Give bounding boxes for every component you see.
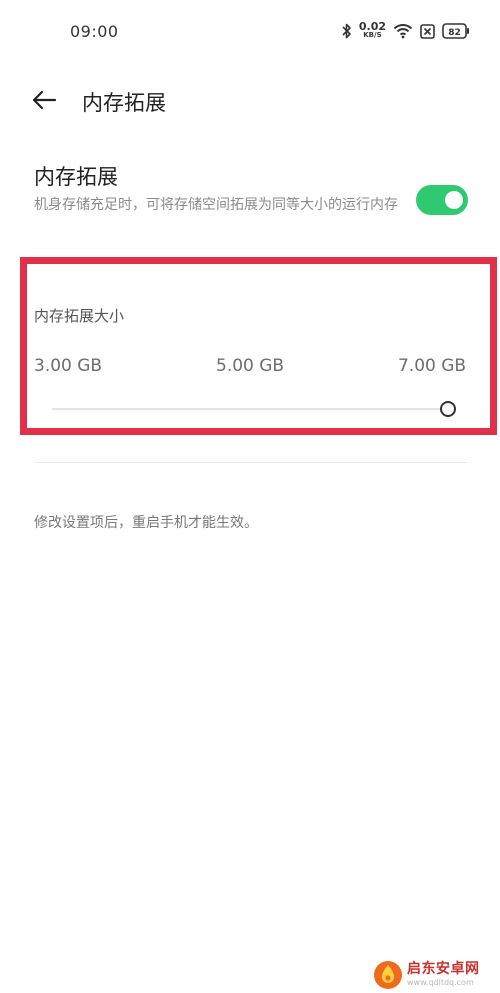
- bluetooth-icon: [342, 23, 352, 39]
- memory-expansion-description: 机身存储充足时，可将存储空间拓展为同等大小的运行内存: [34, 197, 398, 213]
- wifi-icon: [393, 23, 413, 39]
- toggle-knob: [445, 191, 463, 209]
- page-title: 内存拓展: [82, 91, 166, 115]
- size-option-7gb: 7.00 GB: [398, 356, 467, 376]
- watermark: 启东安卓网 www.qdltdq.com: [372, 955, 500, 991]
- header: 内存拓展: [0, 80, 500, 120]
- battery-icon: 82: [442, 23, 470, 39]
- section-divider: [34, 462, 467, 463]
- restart-note: 修改设置项后，重启手机才能生效。: [34, 515, 258, 531]
- memory-expansion-title: 内存拓展: [34, 165, 118, 189]
- watermark-url: www.qdltdq.com: [407, 978, 474, 987]
- sim-off-icon: [420, 23, 435, 39]
- expansion-size-title: 内存拓展大小: [34, 307, 125, 325]
- status-bar: 09:00 0.02 KB/S 82: [0, 0, 500, 62]
- battery-level: 82: [448, 28, 461, 38]
- network-speed: 0.02 KB/S: [358, 20, 386, 40]
- watermark-logo-icon: [372, 959, 404, 991]
- status-time: 09:00: [70, 22, 119, 41]
- size-option-5gb: 5.00 GB: [216, 356, 285, 376]
- status-icons: 0.02 KB/S 82: [342, 20, 470, 42]
- memory-expansion-screen: 09:00 0.02 KB/S 82 内存拓展 内存拓展 机身存储充足时，可将存…: [0, 0, 500, 993]
- expansion-size-slider-thumb[interactable]: [440, 401, 456, 417]
- expansion-size-slider-track[interactable]: [52, 408, 448, 410]
- network-speed-value: 0.02: [358, 20, 386, 33]
- watermark-name: 启东安卓网: [407, 961, 480, 977]
- network-speed-unit: KB/S: [363, 31, 382, 39]
- back-arrow-icon[interactable]: [28, 85, 60, 115]
- memory-expansion-toggle[interactable]: [416, 185, 468, 215]
- memory-expansion-row[interactable]: 内存拓展 机身存储充足时，可将存储空间拓展为同等大小的运行内存: [34, 158, 472, 248]
- size-option-3gb: 3.00 GB: [34, 356, 103, 376]
